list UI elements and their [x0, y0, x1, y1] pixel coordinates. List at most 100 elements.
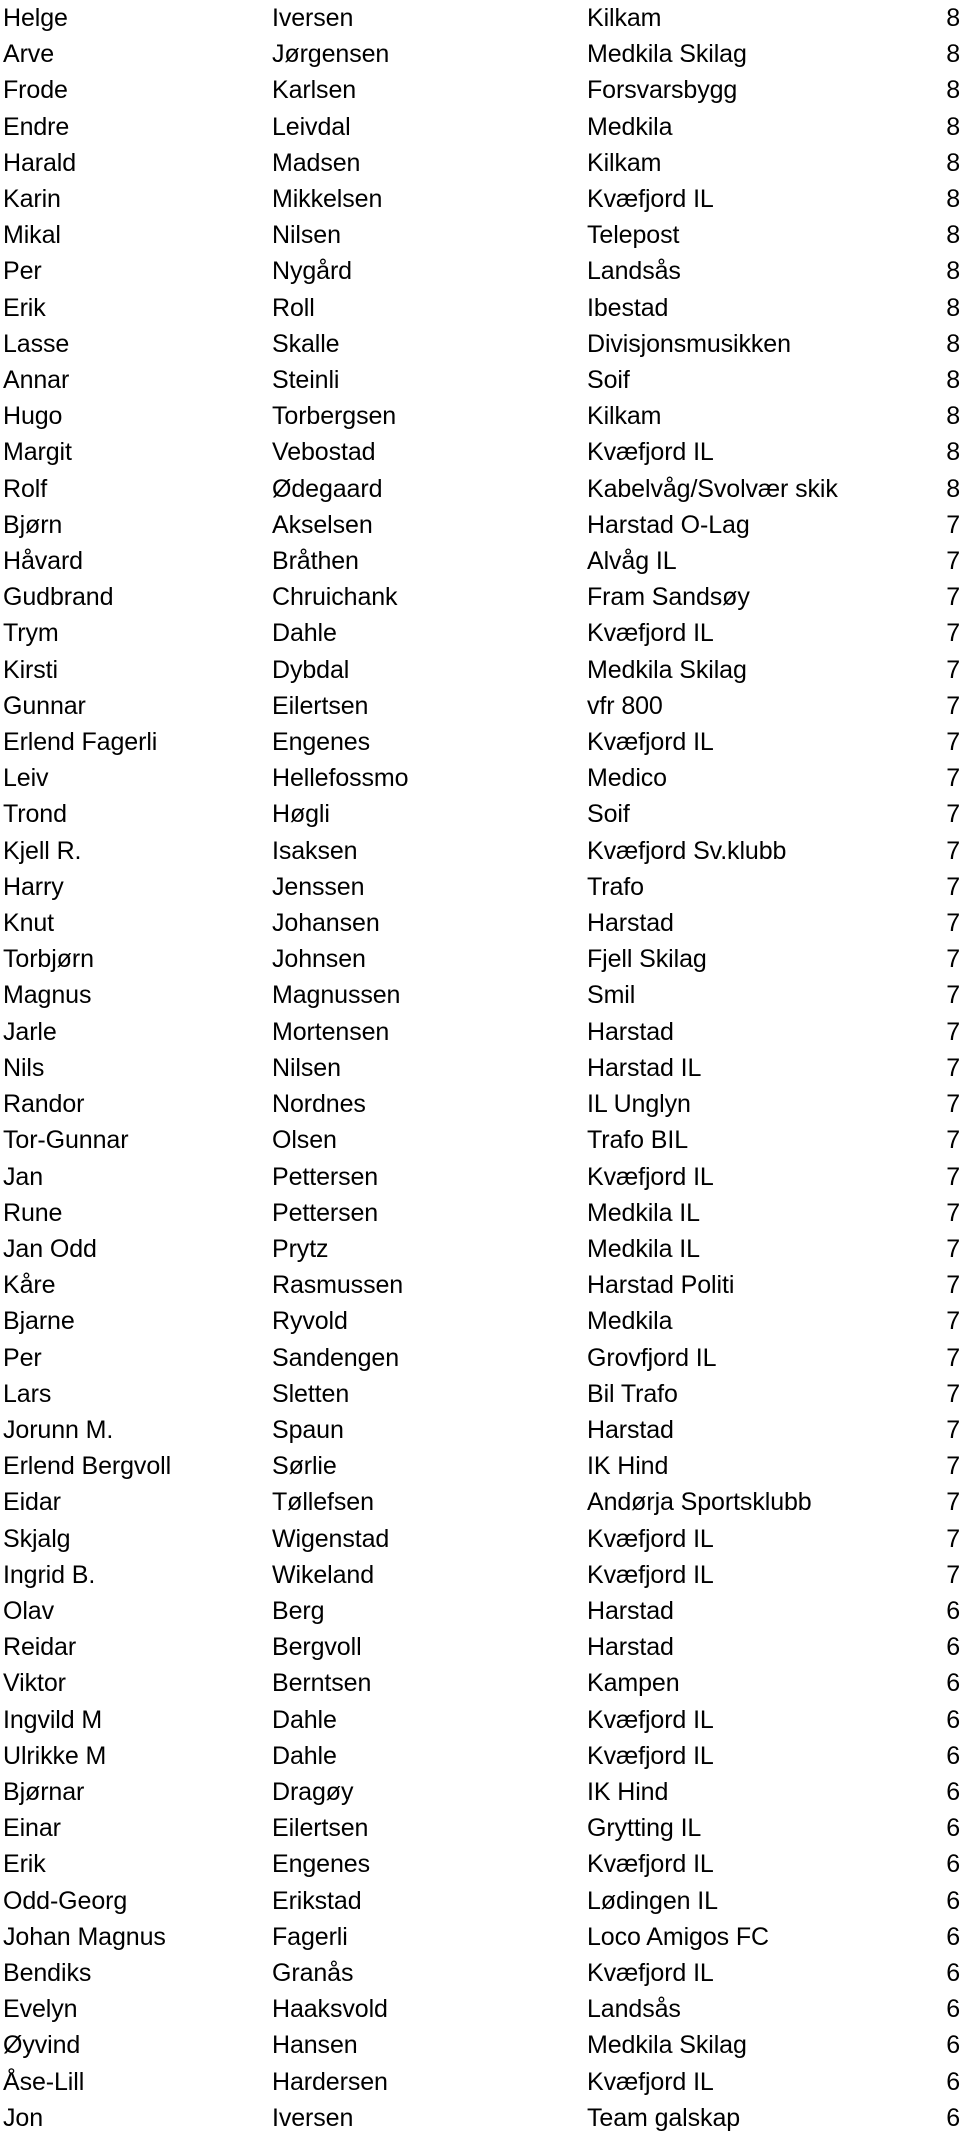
table-row: Rolf Ødegaard Kabelvåg/Svolvær skik 8: [0, 471, 960, 507]
participant-first-name: Kåre: [3, 1271, 56, 1300]
table-row: Margit Vebostad Kvæfjord IL 8: [0, 434, 960, 470]
table-row: Tor-Gunnar Olsen Trafo BIL 7: [0, 1122, 960, 1158]
table-row: Erlend Bergvoll Sørlie IK Hind 7: [0, 1448, 960, 1484]
participant-club: Kampen: [587, 1669, 680, 1698]
participant-first-name: Håvard: [3, 547, 83, 576]
participant-first-name: Magnus: [3, 981, 92, 1010]
table-row: Erik Roll Ibestad 8: [0, 290, 960, 326]
participant-club: Harstad: [587, 1415, 674, 1444]
table-row: Kjell R. Isaksen Kvæfjord Sv.klubb 7: [0, 833, 960, 869]
participant-count: 6: [946, 1777, 960, 1806]
participant-club: Kvæfjord IL: [587, 1850, 714, 1879]
participant-first-name: Lars: [3, 1379, 52, 1408]
participant-last-name: Nilsen: [272, 1053, 341, 1082]
participant-first-name: Skjalg: [3, 1524, 71, 1553]
participant-club: Trafo BIL: [587, 1126, 688, 1155]
participant-count: 7: [946, 945, 960, 974]
participant-last-name: Roll: [272, 293, 315, 322]
participant-last-name: Chruichank: [272, 583, 398, 612]
participant-last-name: Sørlie: [272, 1452, 337, 1481]
participant-last-name: Jørgensen: [272, 40, 390, 69]
participant-last-name: Nilsen: [272, 221, 341, 250]
participant-count: 7: [946, 1488, 960, 1517]
participant-count: 8: [946, 402, 960, 431]
participant-first-name: Per: [3, 257, 42, 286]
participant-last-name: Sletten: [272, 1379, 350, 1408]
table-row: Knut Johansen Harstad 7: [0, 905, 960, 941]
participant-last-name: Jenssen: [272, 872, 365, 901]
participant-first-name: Erik: [3, 1850, 46, 1879]
participant-club: Grovfjord IL: [587, 1343, 717, 1372]
participant-first-name: Knut: [3, 909, 55, 938]
participant-first-name: Trym: [3, 619, 59, 648]
participant-count: 7: [946, 619, 960, 648]
participant-first-name: Bjørnar: [3, 1777, 85, 1806]
participant-first-name: Odd-Georg: [3, 1886, 128, 1915]
participant-club: Harstad Politi: [587, 1271, 735, 1300]
participant-club: Alvåg IL: [587, 547, 677, 576]
table-row: Ingvild M Dahle Kvæfjord IL 6: [0, 1702, 960, 1738]
participant-count: 7: [946, 1560, 960, 1589]
participant-last-name: Isaksen: [272, 836, 358, 865]
participant-last-name: Berg: [272, 1596, 325, 1625]
participant-last-name: Eilertsen: [272, 1814, 369, 1843]
table-row: Eidar Tøllefsen Andørja Sportsklubb 7: [0, 1484, 960, 1520]
participant-count: 8: [946, 112, 960, 141]
table-row: Bjarne Ryvold Medkila 7: [0, 1303, 960, 1339]
table-row: Lasse Skalle Divisjonsmusikken 8: [0, 326, 960, 362]
participant-count: 7: [946, 764, 960, 793]
participant-first-name: Evelyn: [3, 1995, 78, 2024]
participant-last-name: Dahle: [272, 619, 337, 648]
participant-last-name: Eilertsen: [272, 691, 369, 720]
participant-first-name: Jon: [3, 2103, 44, 2132]
participant-club: Fram Sandsøy: [587, 583, 750, 612]
participant-first-name: Jan Odd: [3, 1234, 97, 1263]
participant-last-name: Skalle: [272, 329, 340, 358]
table-row: Ingrid B. Wikeland Kvæfjord IL 7: [0, 1557, 960, 1593]
participant-club: Andørja Sportsklubb: [587, 1488, 812, 1517]
participant-first-name: Lasse: [3, 329, 70, 358]
participant-last-name: Pettersen: [272, 1162, 379, 1191]
table-row: Øyvind Hansen Medkila Skilag 6: [0, 2027, 960, 2063]
table-row: Jan Odd Prytz Medkila IL 7: [0, 1231, 960, 1267]
participant-first-name: Åse-Lill: [3, 2067, 85, 2096]
participant-count: 6: [946, 2103, 960, 2132]
participant-first-name: Bjarne: [3, 1307, 75, 1336]
table-row: Viktor Berntsen Kampen 6: [0, 1665, 960, 1701]
table-row: Gunnar Eilertsen vfr 800 7: [0, 688, 960, 724]
participant-first-name: Arve: [3, 40, 55, 69]
table-row: Randor Nordnes IL Unglyn 7: [0, 1086, 960, 1122]
participant-club: Medkila Skilag: [587, 2031, 747, 2060]
participant-first-name: Rolf: [3, 474, 48, 503]
participant-club: Medkila: [587, 112, 673, 141]
participant-count: 8: [946, 148, 960, 177]
participant-first-name: Trond: [3, 800, 67, 829]
participant-count: 6: [946, 1705, 960, 1734]
participant-club: Loco Amigos FC: [587, 1922, 770, 1951]
participant-last-name: Johansen: [272, 909, 380, 938]
participant-club: vfr 800: [587, 691, 663, 720]
participant-club: Bil Trafo: [587, 1379, 678, 1408]
participant-count: 6: [946, 1741, 960, 1770]
participant-first-name: Erlend Bergvoll: [3, 1452, 172, 1481]
participant-club: Trafo: [587, 872, 644, 901]
participant-last-name: Hansen: [272, 2031, 358, 2060]
participant-club: Kvæfjord IL: [587, 185, 714, 214]
participant-count: 7: [946, 1126, 960, 1155]
participant-last-name: Sandengen: [272, 1343, 400, 1372]
participant-first-name: Helge: [3, 4, 68, 32]
participant-first-name: Mikal: [3, 221, 61, 250]
participant-count: 7: [946, 547, 960, 576]
participant-first-name: Nils: [3, 1053, 45, 1082]
participant-first-name: Leiv: [3, 764, 49, 793]
participant-count: 7: [946, 872, 960, 901]
participant-count: 6: [946, 1958, 960, 1987]
table-row: Leiv Hellefossmo Medico 7: [0, 760, 960, 796]
participant-first-name: Kjell R.: [3, 836, 82, 865]
participant-club: Fjell Skilag: [587, 945, 707, 974]
participant-first-name: Bendiks: [3, 1958, 92, 1987]
participant-count: 6: [946, 1922, 960, 1951]
table-row: Håvard Bråthen Alvåg IL 7: [0, 543, 960, 579]
table-row: Jan Pettersen Kvæfjord IL 7: [0, 1159, 960, 1195]
participant-club: Kvæfjord Sv.klubb: [587, 836, 787, 865]
